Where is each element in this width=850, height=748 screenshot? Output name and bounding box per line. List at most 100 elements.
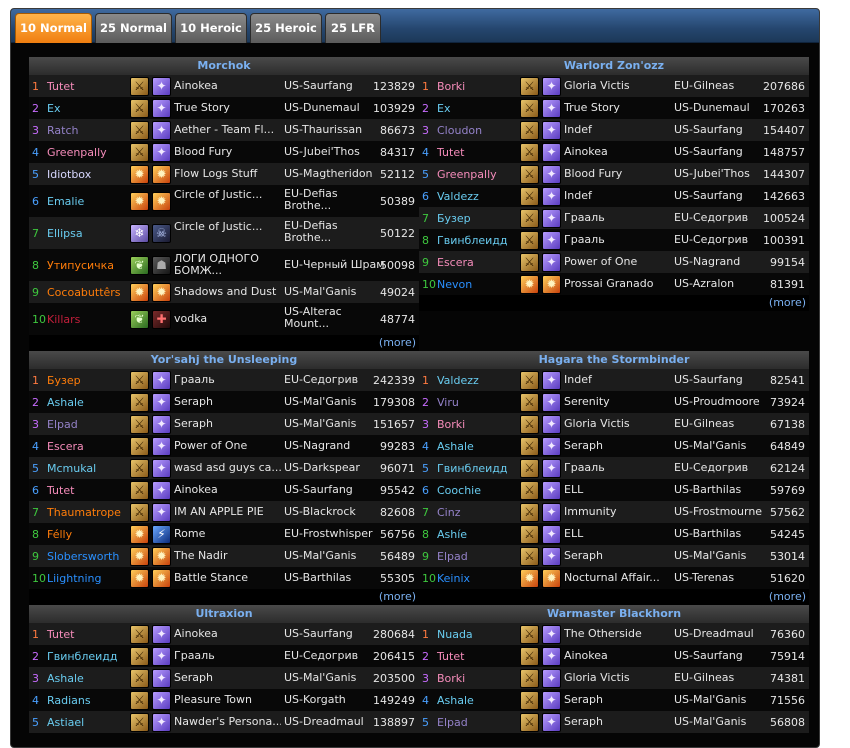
player-name-link[interactable]: Liightning (47, 572, 102, 585)
rank-number: 4 (32, 439, 39, 453)
player-name-link[interactable]: Mcmukal (47, 462, 96, 475)
player-name-link[interactable]: Radians (47, 694, 91, 707)
player-name-link[interactable]: Tutet (47, 80, 74, 93)
ranking-row: 3 Elpad ⚔ ✦ Seraph US-Mal'Ganis 151657 (29, 413, 419, 435)
player-name-link[interactable]: Thaumatrope (47, 506, 121, 519)
realm-name: US-Mal'Ganis (674, 714, 747, 728)
player-name-link[interactable]: Утипусичка (47, 259, 114, 272)
dps-score: 100524 (763, 211, 805, 225)
player-name-link[interactable]: Ellipsa (47, 227, 83, 240)
player-name-link[interactable]: Гвинблеидд (47, 650, 117, 663)
realm-name: US-Korgath (284, 692, 346, 706)
realm-name: US-Mal'Ganis (284, 394, 357, 408)
player-name-link[interactable]: Ashale (47, 672, 84, 685)
tab-25-heroic[interactable]: 25 Heroic (250, 13, 322, 43)
player-name-link[interactable]: Valdezz (437, 190, 479, 203)
class-sword-icon: ⚔ (520, 370, 539, 390)
player-name-link[interactable]: Ashíe (437, 528, 467, 541)
player-name-link[interactable]: Idiotbox (47, 168, 91, 181)
fire-spec-icon: ✹ (152, 164, 171, 184)
player-name-link[interactable]: Cinz (437, 506, 460, 519)
guild-name: Грааль (564, 233, 605, 246)
player-name-link[interactable]: Borki (437, 672, 465, 685)
ranking-row: 4 Ashale ⚔ ✦ Seraph US-Mal'Ganis 71556 (419, 689, 809, 711)
boss-title[interactable]: Warmaster Blackhorn (419, 605, 809, 623)
player-name-link[interactable]: Tutet (437, 146, 464, 159)
rank-number: 3 (32, 123, 39, 137)
player-name-link[interactable]: Nuada (437, 628, 473, 641)
player-name-link[interactable]: Borki (437, 80, 465, 93)
tab-25-normal[interactable]: 25 Normal (95, 13, 172, 43)
boss-title[interactable]: Yor'sahj the Unsleeping (29, 351, 419, 369)
tab-25-lfr[interactable]: 25 LFR (325, 13, 381, 43)
player-name-link[interactable]: Keinix (437, 572, 470, 585)
class-sword-icon: ⚔ (130, 414, 149, 434)
player-name-link[interactable]: Coochie (437, 484, 481, 497)
guild-name: Грааль (564, 461, 605, 474)
rank-number: 1 (32, 79, 39, 93)
player-name-link[interactable]: Tutet (47, 484, 74, 497)
player-name-link[interactable]: Greenpally (47, 146, 107, 159)
dps-score: 76360 (770, 627, 805, 641)
player-name-link[interactable]: Cocoabuttêrs (47, 286, 121, 299)
boss-title[interactable]: Ultraxion (29, 605, 419, 623)
player-name-link[interactable]: Elpad (437, 716, 468, 729)
player-name-link[interactable]: Escera (47, 440, 84, 453)
player-name-link[interactable]: Félly (47, 528, 72, 541)
player-name-link[interactable]: Emalie (47, 195, 84, 208)
ranking-row: 1 Бузер ⚔ ✦ Грааль EU-Седогрив 242339 (29, 369, 419, 391)
tab-10-normal[interactable]: 10 Normal (15, 13, 92, 43)
player-name-link[interactable]: Ratch (47, 124, 78, 137)
ranking-row: 9 Cocoabuttêrs ✹ ✹ Shadows and Dust US-Mal'Ga… (29, 281, 419, 303)
realm-name: EU-Седогрив (284, 372, 359, 386)
ranking-row: 5 Greenpally ⚔ ✦ Blood Fury US-Jubei'Thos 1443… (419, 163, 809, 185)
boss-title[interactable]: Morchok (29, 57, 419, 75)
guild-name: Ainokea (174, 79, 218, 92)
player-name-link[interactable]: Cloudon (437, 124, 482, 137)
player-name-link[interactable]: Бузер (47, 374, 81, 387)
ranking-row: 1 Valdezz ⚔ ✦ Indef US-Saurfang 82541 (419, 369, 809, 391)
tab-10-heroic[interactable]: 10 Heroic (175, 13, 247, 43)
player-name-link[interactable]: Бузер (437, 212, 471, 225)
realm-name: US-Dreadmaul (284, 714, 364, 728)
player-name-link[interactable]: Slobersworth (47, 550, 119, 563)
more-link[interactable]: (more) (379, 336, 416, 349)
player-name-link[interactable]: Escera (437, 256, 474, 269)
more-link[interactable]: (more) (769, 590, 806, 603)
dps-score: 57562 (770, 505, 805, 519)
dps-score: 49024 (380, 285, 415, 299)
player-name-link[interactable]: Ex (437, 102, 450, 115)
boss-title[interactable]: Warlord Zon'ozz (419, 57, 809, 75)
player-name-link[interactable]: Borki (437, 418, 465, 431)
dps-score: 138897 (373, 715, 415, 729)
player-name-link[interactable]: Tutet (437, 650, 464, 663)
rank-number: 2 (422, 101, 429, 115)
player-name-link[interactable]: Гвинблеидд (437, 462, 507, 475)
player-name-link[interactable]: Tutet (47, 628, 74, 641)
dps-score: 207686 (763, 79, 805, 93)
player-name-link[interactable]: Killars (47, 313, 80, 326)
player-name-link[interactable]: Гвинблеидд (437, 234, 507, 247)
player-name-link[interactable]: Ex (47, 102, 60, 115)
player-name-link[interactable]: Greenpally (437, 168, 497, 181)
ranking-row: 10 Nevon ✹ ✹ Prossai Granado US-Azralon 81391 (419, 273, 809, 295)
more-link[interactable]: (more) (769, 296, 806, 309)
player-name-link[interactable]: Elpad (47, 418, 78, 431)
player-name-link[interactable]: Nevon (437, 278, 472, 291)
rank-number: 6 (422, 189, 429, 203)
ranking-row: 5 Idiotbox ✹ ✹ Flow Logs Stuff US-Magtheridon… (29, 163, 419, 185)
player-name-link[interactable]: Astiael (47, 716, 84, 729)
dps-score: 64849 (770, 439, 805, 453)
arcane-spec-icon: ✦ (542, 186, 561, 206)
player-name-link[interactable]: Elpad (437, 550, 468, 563)
more-link[interactable]: (more) (379, 590, 416, 603)
arcane-spec-icon: ✦ (152, 458, 171, 478)
player-name-link[interactable]: Viru (437, 396, 459, 409)
guild-name: Ainokea (174, 483, 218, 496)
player-name-link[interactable]: Ashale (437, 694, 474, 707)
realm-name: US-Barthilas (284, 570, 352, 584)
player-name-link[interactable]: Ashale (47, 396, 84, 409)
boss-title[interactable]: Hagara the Stormbinder (419, 351, 809, 369)
player-name-link[interactable]: Valdezz (437, 374, 479, 387)
player-name-link[interactable]: Ashale (437, 440, 474, 453)
